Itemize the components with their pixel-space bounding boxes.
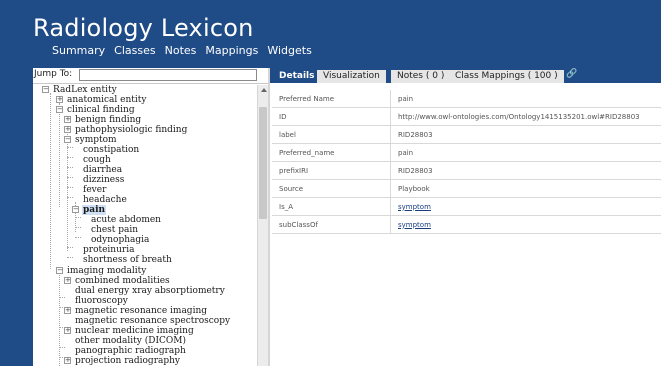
table-row: Source Playbook [272, 179, 661, 198]
tree-node-headache[interactable]: headache [83, 195, 127, 205]
tab-visualization[interactable]: Visualization [317, 70, 386, 83]
details-tabs: Details Visualization Notes ( 0 ) Class … [270, 68, 661, 83]
tree-node-magnetic-resonance-imaging[interactable]: magnetic resonance imaging [75, 306, 207, 316]
property-name: prefixIRI [272, 161, 391, 180]
expand-icon[interactable]: + [64, 327, 71, 334]
collapse-icon[interactable]: − [56, 106, 63, 113]
tree-node-clinical-finding[interactable]: clinical finding [67, 105, 135, 115]
tree-node-other-modality[interactable]: other modality (DICOM) [75, 336, 186, 346]
property-value: RID28803 [390, 161, 661, 180]
nav-notes[interactable]: Notes [165, 44, 197, 58]
nav-widgets[interactable]: Widgets [267, 44, 311, 58]
app-header: Radiology Lexicon Summary Classes Notes … [0, 0, 661, 68]
tree-node-magnetic-resonance-spectroscopy[interactable]: magnetic resonance spectroscopy [75, 316, 230, 326]
details-panel: Details Visualization Notes ( 0 ) Class … [270, 68, 661, 366]
table-row: subClassOf symptom [272, 215, 661, 234]
tree-node-shortness-of-breath[interactable]: shortness of breath [83, 255, 172, 265]
details-table: Preferred Name pain ID http://www.owl-on… [272, 90, 661, 234]
tree-node-odynophagia[interactable]: odynophagia [91, 235, 149, 245]
collapse-icon[interactable]: − [42, 86, 49, 93]
expand-icon[interactable]: + [64, 307, 71, 314]
tree-node-chest-pain[interactable]: chest pain [91, 225, 138, 235]
top-nav: Summary Classes Notes Mappings Widgets [52, 44, 312, 58]
property-value-cell: symptom [390, 215, 661, 234]
tree-node-imaging-modality[interactable]: imaging modality [67, 266, 146, 276]
nav-mappings[interactable]: Mappings [205, 44, 258, 58]
tree-node-benign-finding[interactable]: benign finding [75, 115, 141, 125]
tree-node-dual-energy-xray-absorptiometry[interactable]: dual energy xray absorptiometry [75, 286, 225, 296]
subclassof-link[interactable]: symptom [398, 221, 431, 229]
scroll-thumb[interactable] [259, 107, 267, 219]
collapse-icon[interactable]: − [64, 136, 71, 143]
property-value: RID28803 [390, 125, 661, 144]
tree-node-acute-abdomen[interactable]: acute abdomen [91, 215, 161, 225]
tab-details[interactable]: Details [273, 70, 321, 83]
expand-icon[interactable]: + [64, 116, 71, 123]
property-name: Preferred_name [272, 143, 391, 162]
class-tree-panel: Jump To: − + − + + − − − + + + + RadLex … [33, 68, 268, 366]
table-row: Is_A symptom [272, 197, 661, 216]
expand-icon[interactable]: + [64, 357, 71, 364]
property-value-cell: symptom [390, 197, 661, 216]
table-row: ID http://www.owl-ontologies.com/Ontolog… [272, 107, 661, 126]
table-row: prefixIRI RID28803 [272, 161, 661, 180]
table-row: Preferred Name pain [272, 90, 661, 108]
table-row: Preferred_name pain [272, 143, 661, 162]
tree-node-anatomical-entity[interactable]: anatomical entity [67, 95, 146, 105]
is-a-link[interactable]: symptom [398, 203, 431, 211]
collapse-icon[interactable]: − [72, 206, 79, 213]
nav-summary[interactable]: Summary [52, 44, 105, 58]
property-name: Preferred Name [272, 90, 391, 108]
tree-node-radlex-entity[interactable]: RadLex entity [53, 85, 117, 95]
link-icon[interactable]: 🔗 [566, 69, 577, 79]
jump-to-input[interactable] [79, 69, 257, 81]
app-title: Radiology Lexicon [33, 14, 254, 42]
property-name: Is_A [272, 197, 391, 216]
property-value: pain [390, 143, 661, 162]
collapse-icon[interactable]: − [56, 267, 63, 274]
tree-node-nuclear-medicine-imaging[interactable]: nuclear medicine imaging [75, 326, 194, 336]
expand-icon[interactable]: + [64, 126, 71, 133]
tree-node-diarrhea[interactable]: diarrhea [83, 165, 122, 175]
property-value: Playbook [390, 179, 661, 198]
tree-node-cough[interactable]: cough [83, 155, 111, 165]
expand-icon[interactable]: + [64, 277, 71, 284]
property-name: ID [272, 107, 391, 126]
tree-node-panographic-radiograph[interactable]: panographic radiograph [75, 346, 186, 356]
tree-node-projection-radiography[interactable]: projection radiography [75, 356, 180, 366]
nav-classes[interactable]: Classes [114, 44, 155, 58]
tree-scrollbar[interactable] [257, 85, 268, 366]
tree-node-pathophysiologic-finding[interactable]: pathophysiologic finding [75, 125, 187, 135]
property-name: label [272, 125, 391, 144]
property-value: pain [390, 90, 661, 108]
tab-notes[interactable]: Notes ( 0 ) [391, 70, 451, 83]
table-row: label RID28803 [272, 125, 661, 144]
class-tree: − + − + + − − − + + + + RadLex entity an… [33, 85, 257, 366]
property-value: http://www.owl-ontologies.com/Ontology14… [390, 107, 661, 126]
property-name: subClassOf [272, 215, 391, 234]
expand-icon[interactable]: + [56, 96, 63, 103]
tab-class-mappings[interactable]: Class Mappings ( 100 ) [449, 70, 564, 83]
tree-node-symptom[interactable]: symptom [75, 135, 117, 145]
tree-node-pain[interactable]: pain [82, 205, 107, 215]
tree-node-dizziness[interactable]: dizziness [83, 175, 124, 185]
tree-node-constipation[interactable]: constipation [83, 145, 139, 155]
jump-to-label: Jump To: [34, 69, 73, 79]
tree-node-combined-modalities[interactable]: combined modalities [75, 276, 170, 286]
scroll-up-icon[interactable] [261, 88, 267, 92]
tree-node-fluoroscopy[interactable]: fluoroscopy [75, 296, 128, 306]
jump-to-bar: Jump To: [33, 68, 268, 84]
property-name: Source [272, 179, 391, 198]
tree-node-proteinuria[interactable]: proteinuria [83, 245, 134, 255]
tree-node-fever[interactable]: fever [83, 185, 106, 195]
